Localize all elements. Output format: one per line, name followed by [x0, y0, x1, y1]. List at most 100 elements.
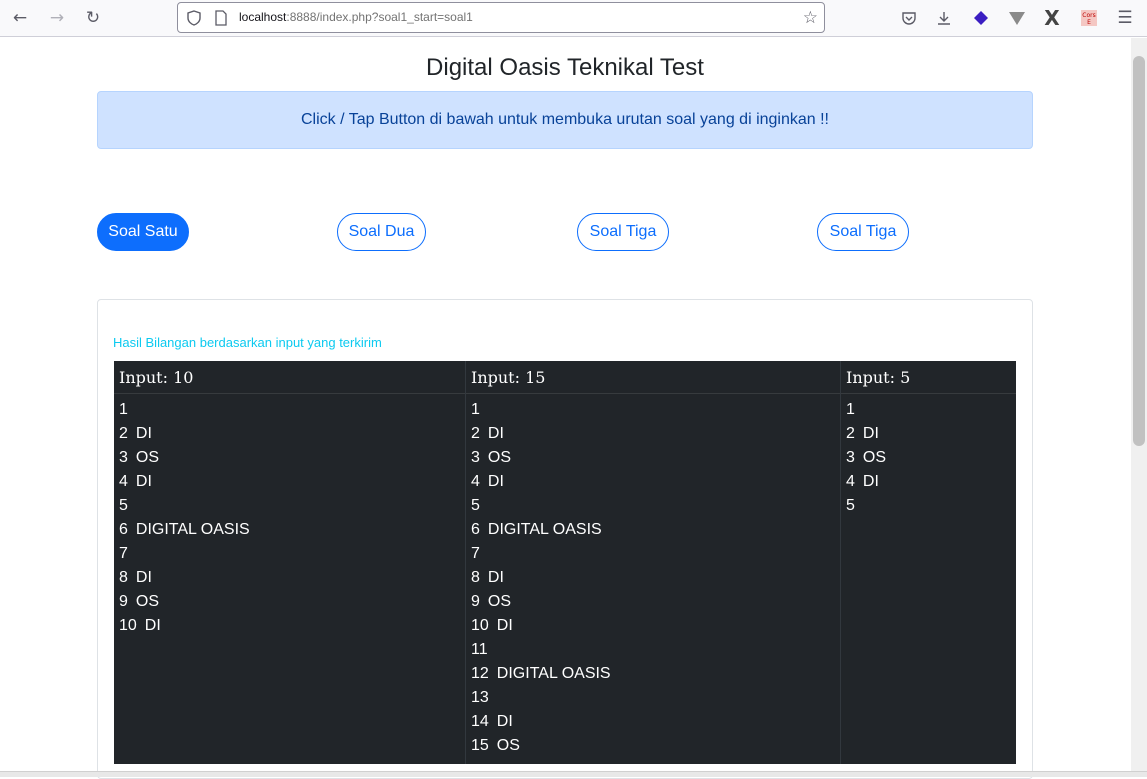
soal-tiga-button-2[interactable]: Soal Tiga: [817, 213, 909, 251]
column-header: Input: 15: [466, 361, 840, 394]
table-row: 4 DI: [119, 470, 460, 494]
table-row: 12 DIGITAL OASIS: [471, 662, 835, 686]
soal-satu-button[interactable]: Soal Satu: [97, 213, 189, 251]
table-row: 5: [471, 494, 835, 518]
row-word: DI: [862, 473, 879, 490]
row-number: 6: [119, 521, 128, 538]
table-row: 2 DI: [471, 422, 835, 446]
scrollbar-thumb[interactable]: [1133, 56, 1145, 446]
row-number: 10: [119, 617, 137, 634]
row-word: DI: [135, 569, 152, 586]
url-path: :8888/index.php?soal1_start=soal1: [286, 10, 473, 24]
url-host: localhost: [239, 10, 287, 24]
download-icon[interactable]: [931, 6, 957, 30]
svg-text:Cors: Cors: [1082, 12, 1095, 19]
table-row: 10 DI: [119, 614, 460, 638]
soal-tiga-button[interactable]: Soal Tiga: [577, 213, 669, 251]
row-word: OS: [487, 449, 512, 466]
back-icon[interactable]: ←: [7, 6, 33, 30]
row-number: 6: [471, 521, 480, 538]
url-text[interactable]: localhost:8888/index.php?soal1_start=soa…: [239, 10, 473, 24]
column-header: Input: 10: [114, 361, 465, 394]
shield-icon[interactable]: [186, 10, 202, 30]
row-number: 2: [471, 425, 480, 442]
result-caption: Hasil Bilangan berdasarkan input yang te…: [113, 335, 382, 350]
extension-x-icon[interactable]: X: [1039, 6, 1065, 30]
row-number: 12: [471, 665, 489, 682]
table-row: 15 OS: [471, 734, 835, 758]
row-number: 8: [471, 569, 480, 586]
table-row: 1: [846, 398, 1011, 422]
row-number: 9: [119, 593, 128, 610]
row-number: 5: [119, 497, 128, 514]
table-row: 2 DI: [119, 422, 460, 446]
row-word: DI: [862, 425, 879, 442]
table-row: 11: [471, 638, 835, 662]
vertical-scrollbar[interactable]: [1131, 38, 1147, 771]
row-word: DI: [487, 569, 504, 586]
row-word: DI: [496, 713, 513, 730]
row-number: 3: [119, 449, 128, 466]
row-word: OS: [135, 593, 160, 610]
row-word: DI: [496, 617, 513, 634]
table-row: 10 DI: [471, 614, 835, 638]
result-table: Input: 10 1 2 DI 3 OS 4 DI 5 6 DIGITAL OASIS 7 8 DI 9…: [114, 361, 1016, 764]
table-row: 1: [471, 398, 835, 422]
soal-dua-button[interactable]: Soal Dua: [337, 213, 426, 251]
row-word: DI: [487, 473, 504, 490]
page-title: Digital Oasis Teknikal Test: [426, 54, 704, 81]
row-number: 8: [119, 569, 128, 586]
extension-vue-icon[interactable]: [1004, 6, 1030, 30]
reload-icon[interactable]: ↻: [80, 6, 106, 30]
forward-icon[interactable]: →: [44, 6, 70, 30]
row-word: OS: [135, 449, 160, 466]
table-row: 8 DI: [119, 566, 460, 590]
table-row: 9 OS: [119, 590, 460, 614]
row-word: OS: [862, 449, 887, 466]
row-word: OS: [487, 593, 512, 610]
row-number: 9: [471, 593, 480, 610]
row-number: 4: [846, 473, 855, 490]
browser-toolbar: ← → ↻ localhost:8888/index.php?soal1_sta…: [0, 0, 1147, 37]
row-number: 7: [471, 545, 480, 562]
row-word: DIGITAL OASIS: [496, 665, 611, 682]
row-number: 5: [846, 497, 855, 514]
row-number: 4: [471, 473, 480, 490]
table-row: 9 OS: [471, 590, 835, 614]
table-row: 8 DI: [471, 566, 835, 590]
bookmark-star-icon[interactable]: ☆: [803, 8, 818, 28]
row-number: 7: [119, 545, 128, 562]
svg-text:E: E: [1087, 19, 1091, 26]
table-row: 14 DI: [471, 710, 835, 734]
column-body: 1 2 DI 3 OS 4 DI 5: [841, 394, 1016, 522]
table-row: 6 DIGITAL OASIS: [119, 518, 460, 542]
row-word: DI: [135, 473, 152, 490]
column-body: 1 2 DI 3 OS 4 DI 5 6 DIGITAL OASIS 7 8 DI 9 OS 10 DI: [114, 394, 465, 642]
table-row: 4 DI: [846, 470, 1011, 494]
row-number: 10: [471, 617, 489, 634]
row-number: 1: [471, 401, 480, 418]
row-number: 1: [846, 401, 855, 418]
table-row: 3 OS: [119, 446, 460, 470]
row-word: OS: [496, 737, 520, 754]
row-number: 2: [119, 425, 128, 442]
table-row: 6 DIGITAL OASIS: [471, 518, 835, 542]
pocket-icon[interactable]: [896, 6, 922, 30]
row-word: DIGITAL OASIS: [487, 521, 602, 538]
menu-icon[interactable]: ☰: [1112, 6, 1138, 30]
table-row: 13: [471, 686, 835, 710]
extension-cors-icon[interactable]: Cors E: [1076, 6, 1102, 30]
address-bar[interactable]: localhost:8888/index.php?soal1_start=soa…: [177, 2, 825, 33]
info-alert: Click / Tap Button di bawah untuk membuk…: [97, 91, 1033, 149]
table-row: 2 DI: [846, 422, 1011, 446]
extension-purple-icon[interactable]: [968, 6, 994, 30]
column-header: Input: 5: [841, 361, 1016, 394]
horizontal-scrollbar[interactable]: [0, 771, 1147, 777]
info-alert-text: Click / Tap Button di bawah untuk membuk…: [300, 111, 829, 128]
row-word: DI: [487, 425, 504, 442]
table-row: 3 OS: [846, 446, 1011, 470]
table-row: 7: [471, 542, 835, 566]
row-number: 3: [846, 449, 855, 466]
table-row: 5: [846, 494, 1011, 518]
row-number: 1: [119, 401, 128, 418]
